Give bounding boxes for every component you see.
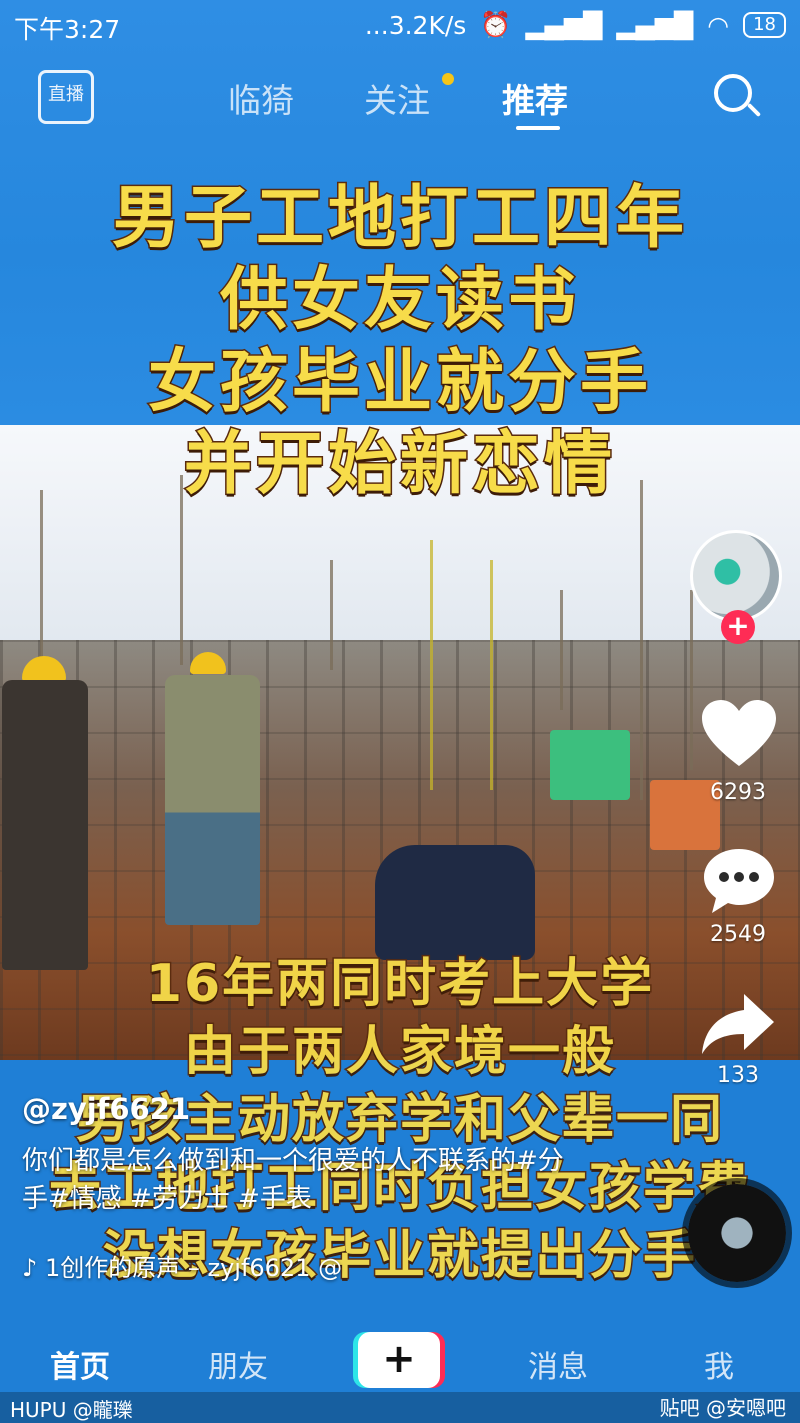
like-button[interactable] xyxy=(700,698,778,774)
music-info[interactable]: ♪ 1创作的原声 – zyjf6621 @ xyxy=(22,1248,342,1283)
tab-following[interactable]: 关注 xyxy=(364,74,430,122)
author-username[interactable]: @zyjf6621 xyxy=(22,1092,190,1126)
search-icon[interactable] xyxy=(714,74,752,112)
scaffold-pole xyxy=(640,480,643,800)
battery-icon: 18 xyxy=(743,12,786,38)
scaffold-pole xyxy=(560,590,563,710)
network-speed: ...3.2K/s xyxy=(364,10,467,40)
status-time: 下午3:27 xyxy=(14,15,121,44)
nav-messages[interactable]: 消息 xyxy=(528,1342,588,1386)
nav-friends[interactable]: 朋友 xyxy=(208,1342,268,1386)
tab-local[interactable]: 临猗 xyxy=(228,74,294,122)
scaffold-pole xyxy=(490,560,493,790)
live-button[interactable]: 直播 xyxy=(38,70,94,124)
caption-line: 男子工地打工四年 xyxy=(110,178,688,260)
status-right: ...3.2K/s ⏰ ▂▄▆█ ▂▄▆█ ◠ 18 xyxy=(365,10,786,40)
alarm-icon: ⏰ xyxy=(480,10,512,39)
signal-icon: ▂▄▆█ xyxy=(525,10,603,40)
new-content-dot xyxy=(442,73,454,85)
scaffold-pole xyxy=(40,490,43,660)
caption-line: 16年两同时考上大学 xyxy=(144,953,655,1016)
music-note-icon: ♪ xyxy=(22,1254,45,1282)
video-caption-top: 男子工地打工四年 供女友读书 女孩毕业就分手 并开始新恋情 xyxy=(0,178,800,506)
comment-icon xyxy=(704,849,774,913)
scaffold-pole xyxy=(690,590,693,770)
music-title: 1创作的原声 – zyjf6621 @ xyxy=(44,1254,343,1282)
like-count: 6293 xyxy=(710,780,766,805)
nav-home[interactable]: 首页 xyxy=(50,1342,110,1386)
green-bundle xyxy=(550,730,630,800)
caption-line: 由于两人家境一般 xyxy=(182,1021,616,1084)
worker-figure xyxy=(375,845,535,960)
status-bar: 下午3:27 ...3.2K/s ⏰ ▂▄▆█ ▂▄▆█ ◠ 18 xyxy=(0,0,800,48)
caption-line: 并开始新恋情 xyxy=(182,424,616,506)
worker-figure xyxy=(2,680,88,970)
share-button[interactable] xyxy=(700,992,776,1060)
comment-button[interactable] xyxy=(700,845,778,921)
caption-line: 女孩毕业就分手 xyxy=(146,342,652,424)
share-count: 133 xyxy=(717,1063,759,1088)
worker-figure xyxy=(165,675,260,925)
tab-recommended[interactable]: 推荐 xyxy=(502,74,568,122)
scaffold-pole xyxy=(330,560,333,670)
video-screen[interactable]: 下午3:27 ...3.2K/s ⏰ ▂▄▆█ ▂▄▆█ ◠ 18 直播 临猗 … xyxy=(0,0,800,1423)
caption-line: 供女友读书 xyxy=(218,260,580,342)
scaffold-pole xyxy=(430,540,433,790)
share-arrow-icon xyxy=(702,994,774,1054)
signal-hd-icon: ▂▄▆█ xyxy=(616,10,694,40)
watermark-right: 贴吧 @安嗯吧 xyxy=(659,1396,786,1420)
nav-me[interactable]: 我 xyxy=(704,1342,734,1386)
watermark-left: HUPU @矓瓅 xyxy=(10,1398,133,1422)
heart-icon xyxy=(702,700,776,766)
active-tab-indicator xyxy=(516,126,560,130)
comment-count: 2549 xyxy=(710,922,766,947)
wifi-icon: ◠ xyxy=(707,10,730,40)
music-disc-icon[interactable] xyxy=(688,1184,786,1282)
post-description: 你们都是怎么做到和一个很爱的人不联系的#分手#情感 #劳力士 #手表 xyxy=(22,1146,564,1214)
follow-plus-icon[interactable]: + xyxy=(721,610,755,644)
create-video-button[interactable]: + xyxy=(358,1332,440,1388)
